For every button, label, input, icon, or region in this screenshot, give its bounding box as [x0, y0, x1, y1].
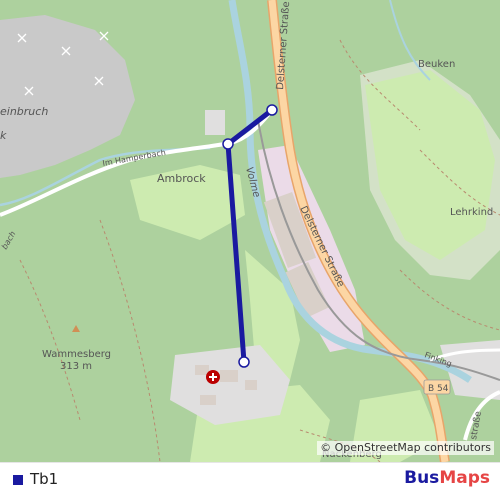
map-view[interactable]: Beuken Delsterner Straße Delsterner Stra…	[0, 0, 500, 462]
label-wammesberg-elev: 313 m	[60, 361, 92, 372]
label-lehrkind: Lehrkind	[450, 207, 493, 218]
label-beuken: Beuken	[418, 59, 455, 70]
legend-swatch-tb1	[13, 475, 23, 485]
busmaps-logo[interactable]: BusMaps	[404, 468, 490, 488]
label-b54: B 54	[428, 384, 449, 394]
label-steinbruch-k: k	[0, 129, 7, 142]
brand-part1: Bus	[404, 468, 440, 488]
route-stop-north[interactable]	[266, 104, 278, 116]
route-stop-south[interactable]	[238, 356, 250, 368]
map-attribution[interactable]: © OpenStreetMap contributors	[317, 441, 494, 455]
label-steinbruch: einbruch	[0, 105, 48, 118]
route-stop-junction[interactable]	[222, 138, 234, 150]
label-ambrock: Ambrock	[157, 172, 206, 185]
legend-label-tb1: Tb1	[30, 470, 59, 488]
label-wammesberg: Wammesberg	[42, 349, 111, 360]
brand-part2: Maps	[439, 468, 490, 488]
